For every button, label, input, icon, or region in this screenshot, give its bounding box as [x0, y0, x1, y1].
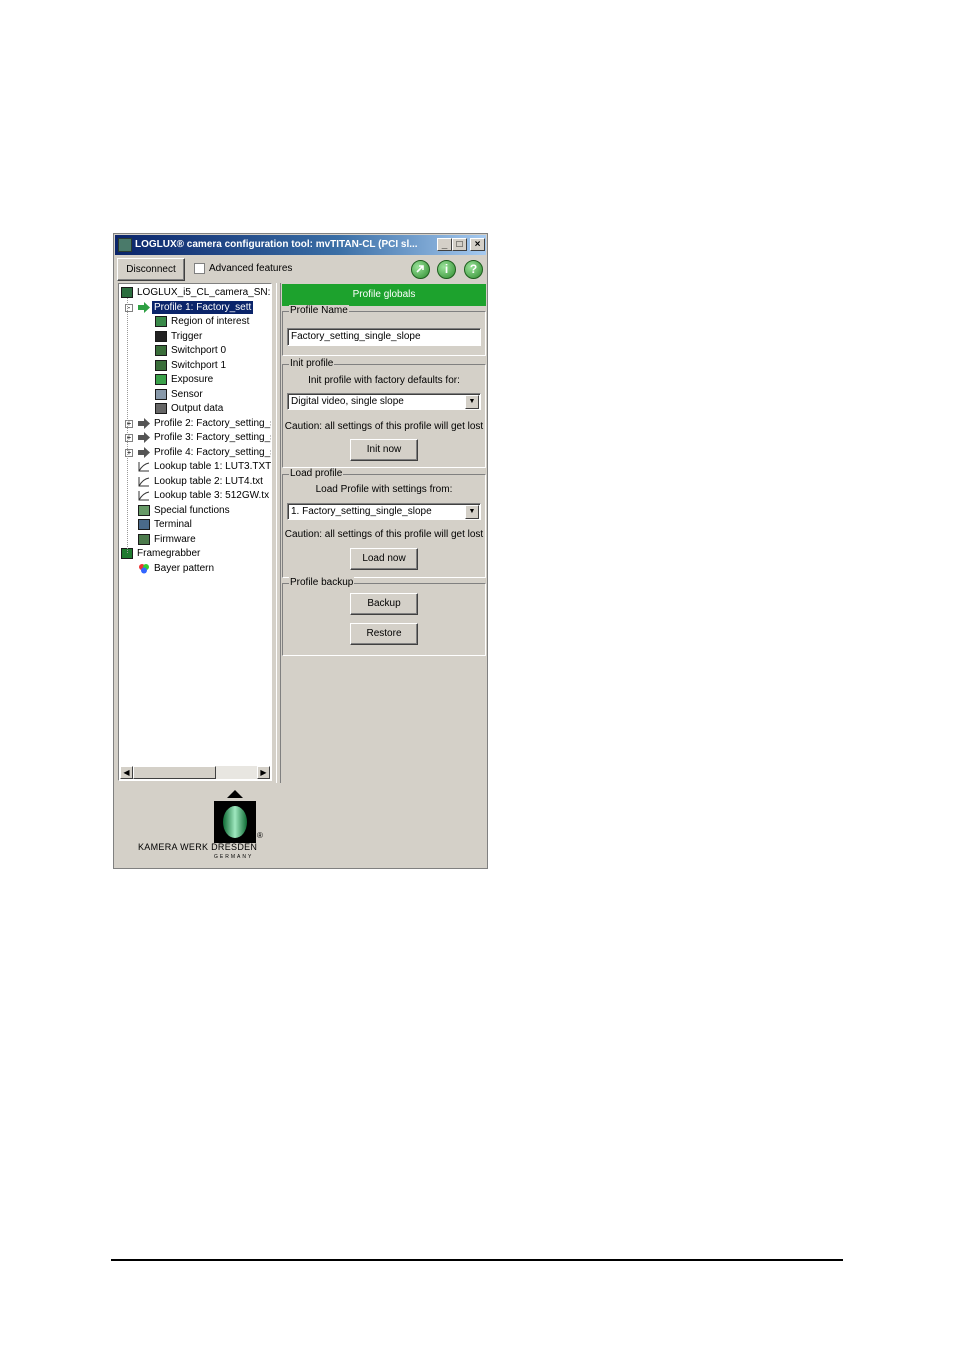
tree-view[interactable]: LOGLUX_i5_CL_camera_SN: - Profile 1: Facto… — [118, 283, 272, 781]
profile-name-group-label: Profile Name — [289, 305, 349, 316]
arrow-icon — [138, 432, 150, 443]
page-divider — [111, 1259, 843, 1261]
logo-subtext: GERMANY — [214, 854, 254, 860]
load-profile-select[interactable]: 1. Factory_setting_single_slope ▼ — [287, 503, 481, 520]
restore-button[interactable]: Restore — [350, 623, 418, 645]
tree-item-label: Output data — [171, 403, 224, 414]
roi-icon — [155, 316, 167, 327]
window-title: LOGLUX® camera configuration tool: mvTIT… — [135, 239, 418, 250]
chevron-down-icon[interactable]: ▼ — [465, 395, 479, 409]
init-profile-select-value: Digital video, single slope — [291, 396, 404, 407]
tree-item-label: Firmware — [154, 533, 196, 545]
tree-item-label: Profile 1: Factory_sett — [152, 300, 254, 314]
load-now-button[interactable]: Load now — [350, 548, 418, 570]
tree-item-label: Special functions — [154, 504, 230, 516]
close-button[interactable]: × — [470, 238, 485, 251]
camera-icon — [121, 287, 133, 298]
app-icon — [118, 238, 132, 252]
trigger-icon — [155, 330, 167, 342]
tree-item-label: Lookup table 1: LUT3.TXT — [154, 461, 272, 472]
init-now-button[interactable]: Init now — [350, 439, 418, 461]
load-profile-group-label: Load profile — [289, 468, 344, 479]
tree-item-label: Bayer pattern — [154, 562, 215, 574]
tree-item-label: Switchport 0 — [171, 345, 227, 356]
load-profile-select-value: 1. Factory_setting_single_slope — [291, 506, 432, 517]
init-profile-select[interactable]: Digital video, single slope ▼ — [287, 393, 481, 410]
app-window: LOGLUX® camera configuration tool: mvTIT… — [113, 233, 488, 869]
tree-item-label: Profile 4: Factory_setting_s — [154, 446, 272, 458]
tree-item-label: Region of interest — [171, 316, 250, 327]
info-icon[interactable]: i — [437, 260, 456, 279]
scroll-thumb[interactable] — [133, 766, 216, 779]
load-profile-caution: Caution: all settings of this profile wi… — [284, 529, 484, 540]
tree-item-label: Framegrabber — [137, 548, 201, 559]
switchport-icon — [155, 359, 167, 371]
profile-backup-group-label: Profile backup — [289, 577, 355, 588]
profile-name-group: Profile Name Factory_setting_single_slop… — [282, 305, 486, 356]
init-profile-description: Init profile with factory defaults for: — [308, 375, 460, 386]
title-bar[interactable]: LOGLUX® camera configuration tool: mvTIT… — [115, 235, 486, 255]
profile-backup-group: Profile backup Backup Restore — [282, 577, 486, 656]
advanced-features-checkbox[interactable] — [194, 263, 205, 274]
load-profile-group: Load profile Load Profile with settings … — [282, 468, 486, 578]
tree-item-label: Profile 3: Factory_setting_s — [154, 432, 272, 443]
logo-text: KAMERA WERK DRESDEN — [138, 842, 258, 852]
tree-item-label: Profile 2: Factory_setting_s — [154, 417, 272, 429]
profile-name-input[interactable]: Factory_setting_single_slope — [287, 328, 481, 346]
tree-item-label: Exposure — [171, 374, 214, 385]
tree-item-label: Lookup table 2: LUT4.txt — [154, 475, 263, 487]
lut-icon — [138, 461, 150, 472]
tree-item-label: Switchport 1 — [171, 359, 227, 371]
tree-item-label: LOGLUX_i5_CL_camera_SN: — [137, 287, 271, 298]
special-icon — [138, 504, 150, 516]
panel-header: Profile globals — [282, 284, 486, 306]
minimize-button[interactable]: _ — [437, 238, 452, 251]
advanced-features-label: Advanced features — [209, 263, 293, 274]
bayer-icon — [138, 563, 150, 574]
maximize-button[interactable]: □ — [452, 238, 467, 251]
backup-button[interactable]: Backup — [350, 593, 418, 615]
terminal-icon — [138, 519, 150, 530]
init-profile-caution: Caution: all settings of this profile wi… — [284, 421, 484, 432]
horizontal-scrollbar[interactable]: ◀ ▶ — [120, 766, 270, 779]
disconnect-button[interactable]: Disconnect — [117, 258, 185, 281]
lut-icon — [138, 490, 150, 501]
tree-item-label: Sensor — [171, 388, 203, 400]
arrow-icon — [138, 301, 150, 313]
registered-mark: ® — [257, 831, 263, 840]
tree-item-label: Trigger — [171, 330, 203, 342]
help-icon[interactable]: ? — [464, 260, 483, 279]
refresh-icon[interactable] — [411, 260, 430, 279]
tree-item-label: Lookup table 3: 512GW.tx — [154, 490, 270, 501]
init-profile-group-label: Init profile — [289, 358, 335, 369]
arrow-icon — [138, 446, 150, 458]
lut-icon — [138, 476, 150, 487]
tree-item-label: Terminal — [154, 519, 192, 530]
init-profile-group: Init profile Init profile with factory d… — [282, 358, 486, 468]
output-icon — [155, 403, 167, 414]
load-profile-description: Load Profile with settings from: — [315, 484, 453, 495]
arrow-icon — [138, 417, 150, 429]
chevron-down-icon[interactable]: ▼ — [465, 505, 479, 519]
switchport-icon — [155, 345, 167, 356]
scroll-left-icon[interactable]: ◀ — [120, 766, 133, 779]
tree-guide-line — [127, 298, 128, 553]
company-logo: ® KAMERA WERK DRESDEN GERMANY — [114, 787, 487, 868]
firmware-icon — [138, 533, 150, 545]
scroll-right-icon[interactable]: ▶ — [257, 766, 270, 779]
splitter[interactable] — [276, 283, 281, 783]
exposure-icon — [155, 374, 167, 385]
sensor-icon — [155, 388, 167, 400]
